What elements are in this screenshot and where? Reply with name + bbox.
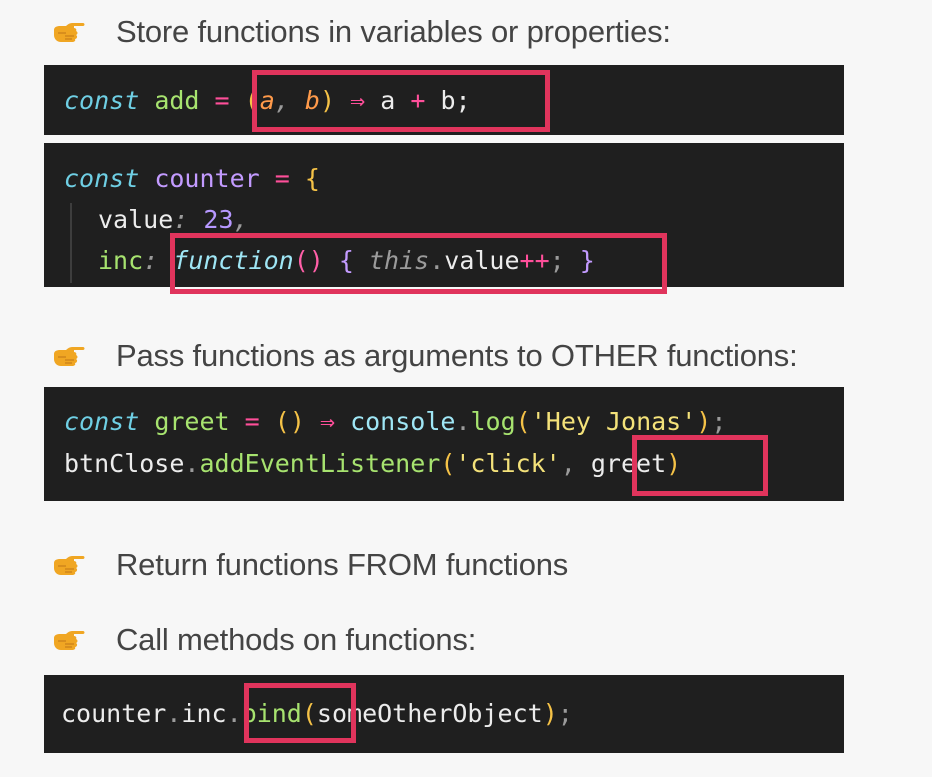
code-block-greet: const greet = () ⇒ console.log('Hey Jona… [44,387,844,501]
bullet-text: Store functions in variables or properti… [116,14,671,49]
pointing-hand-icon [54,347,85,366]
bullet-text: Return functions FROM functions [116,547,569,582]
pointing-hand-icon [54,556,85,575]
bullet-call-methods: Call methods on functions: [52,620,476,660]
pointing-hand-icon [54,23,85,42]
bullet-store-functions: Store functions in variables or properti… [52,12,671,52]
code-block-counter: const counter = { value: 23, inc: functi… [44,143,844,294]
pointing-hand-icon [54,631,85,650]
bullet-pass-functions: Pass functions as arguments to OTHER fun… [52,336,798,376]
code-line-add: const add = (a, b) ⇒ a + b; [64,86,471,115]
code-block-bind: counter.inc.bind(someOtherObject); [44,675,844,753]
bullet-text: Call methods on functions: [116,622,477,657]
bullet-return-functions: Return functions FROM functions [52,545,568,585]
code-line-value: value: 23, [98,205,249,234]
indent-guide [70,203,72,283]
code-line-greet: const greet = () ⇒ console.log('Hey Jona… [64,407,727,436]
code-line-listener: btnClose.addEventListener('click', greet… [64,449,682,478]
code-line-bind: counter.inc.bind(someOtherObject); [61,699,573,728]
code-block-add: const add = (a, b) ⇒ a + b; [44,65,844,135]
bullet-text: Pass functions as arguments to OTHER fun… [116,338,798,373]
code-line-inc: inc: function() { this.value++; } [98,246,595,275]
code-line-counter-decl: const counter = { [64,164,320,193]
